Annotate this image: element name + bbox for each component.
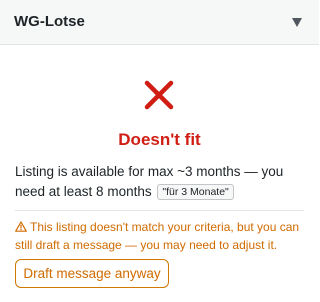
warning-text: This listing doesn't match your criteria… [15,220,300,252]
fit-reason-text: Listing is available for max ~3 months —… [15,164,284,199]
caret-down-icon[interactable] [291,15,303,29]
panel-header[interactable]: WG-Lotse [0,0,319,45]
source-quote-badge: "für 3 Monate" [157,184,234,200]
fit-status-title: Doesn't fit [118,130,201,149]
wg-lotse-panel: WG-Lotse Doesn't fit Listing is availabl… [0,0,319,302]
fit-reason: Listing is available for max ~3 months —… [15,162,310,202]
warning-triangle-icon [15,219,27,232]
red-x-icon [143,79,175,111]
panel-title: WG-Lotse [14,13,85,30]
draft-message-button[interactable]: Draft message anyway [15,259,169,288]
mismatch-warning: This listing doesn't match your criteria… [15,218,310,254]
divider [15,210,304,211]
